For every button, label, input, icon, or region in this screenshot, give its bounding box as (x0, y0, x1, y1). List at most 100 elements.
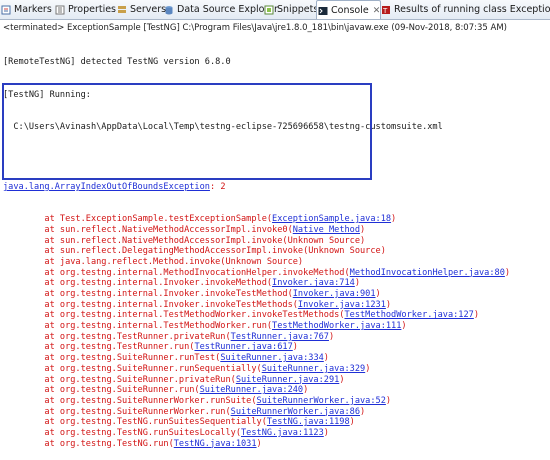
source-link[interactable]: TestMethodWorker.java:111 (272, 321, 401, 331)
view-tab-bar: Markers Properties Servers Data Source E… (0, 0, 550, 20)
exception-type-link[interactable]: java.lang.ArrayIndexOutOfBoundsException (3, 182, 210, 192)
source-link[interactable]: SuiteRunnerWorker.java:86 (231, 407, 360, 417)
stack-trace-line: at org.testng.internal.Invoker.invokeTes… (3, 300, 548, 311)
stack-frame-text: at sun.reflect.NativeMethodAccessorImpl.… (3, 224, 293, 235)
stack-frame-text: at org.testng.SuiteRunnerWorker.runSuite… (3, 395, 257, 406)
tab-markers[interactable]: Markers (0, 0, 52, 19)
servers-icon (117, 5, 127, 15)
source-link[interactable]: SuiteRunnerWorker.java:52 (257, 396, 386, 406)
stack-frame-text: at org.testng.SuiteRunner.run( (3, 385, 200, 396)
stack-trace-line: at org.testng.TestNG.runSuitesSequential… (3, 417, 548, 428)
console-line: C:\Users\Avinash\AppData\Local\Temp\test… (3, 121, 443, 132)
stack-frame-suffix: ) (303, 385, 309, 396)
stack-trace-line: at org.testng.internal.TestMethodWorker.… (3, 321, 548, 332)
stack-trace-line: at sun.reflect.DelegatingMethodAccessorI… (3, 246, 548, 257)
stack-frame-text: at org.testng.SuiteRunner.runTest( (3, 353, 221, 364)
tab-label: Snippets (277, 4, 319, 15)
stack-trace-line: at java.lang.reflect.Method.invoke(Unkno… (3, 257, 548, 268)
stack-frame-suffix: ) (323, 427, 329, 438)
stack-trace-line: at org.testng.SuiteRunner.runTest(SuiteR… (3, 353, 548, 364)
source-link[interactable]: TestNG.java:1198 (267, 417, 350, 427)
source-link[interactable]: Invoker.java:1231 (298, 300, 386, 310)
exception-message: : 2 (209, 182, 226, 193)
stack-frame-text: at org.testng.TestRunner.run( (3, 342, 195, 353)
source-link[interactable]: TestNG.java:1123 (241, 428, 324, 438)
stack-frame-suffix: ) (328, 331, 335, 342)
stack-frame-text: at org.testng.internal.Invoker.invokeTes… (3, 299, 298, 310)
exception-line: java.lang.ArrayIndexOutOfBoundsException… (3, 182, 548, 193)
tab-properties[interactable]: Properties (54, 0, 116, 19)
stack-trace-line: at sun.reflect.NativeMethodAccessorImpl.… (3, 236, 548, 247)
stack-frame-suffix: ) (256, 438, 262, 449)
stack-frame-suffix: ) (339, 374, 345, 385)
stack-frame-suffix: ) (385, 299, 392, 310)
console-output[interactable]: [RemoteTestNG] detected TestNG version 6… (3, 36, 548, 460)
stack-frame-text: at org.testng.internal.TestMethodWorker.… (3, 321, 273, 332)
svg-text:T: T (382, 7, 388, 15)
stack-frame-text: at Test.ExceptionSample.testExceptionSam… (3, 214, 273, 225)
tab-servers[interactable]: Servers (116, 0, 166, 19)
stack-frame-text: at org.testng.SuiteRunnerWorker.run( (3, 406, 231, 417)
stack-trace-line: at org.testng.SuiteRunner.run(SuiteRunne… (3, 385, 548, 396)
stack-frame-suffix: ) (385, 395, 392, 406)
stack-trace-line: at org.testng.TestNG.run(TestNG.java:103… (3, 439, 548, 450)
source-link[interactable]: SuiteRunner.java:334 (220, 353, 323, 363)
source-link[interactable]: Invoker.java:901 (293, 289, 376, 299)
source-link[interactable]: SuiteRunner.java:329 (262, 364, 365, 374)
tab-testng-results[interactable]: T Results of running class ExceptionSamp… (380, 0, 550, 19)
stack-trace-line: at org.testng.internal.MethodInvocationH… (3, 268, 548, 279)
stack-frame-suffix: ) (360, 224, 366, 235)
source-link[interactable]: SuiteRunner.java:240 (200, 385, 303, 395)
tab-label: Servers (130, 4, 167, 15)
stack-trace-line: at org.testng.SuiteRunner.privateRun(Sui… (3, 375, 548, 386)
stack-frame-text: at org.testng.TestRunner.privateRun( (3, 331, 231, 342)
console-line: [TestNG] Running: (3, 89, 91, 100)
testng-icon: T (381, 5, 391, 15)
markers-icon (1, 5, 11, 15)
source-link[interactable]: TestNG.java:1031 (174, 439, 257, 449)
tab-label: Console (331, 5, 369, 16)
stack-frame-text: at org.testng.internal.Invoker.invokeTes… (3, 289, 293, 299)
database-icon (164, 5, 174, 15)
stack-frame-text: at org.testng.internal.Invoker.invokeMet… (3, 278, 273, 289)
source-link[interactable]: Invoker.java:714 (272, 278, 355, 288)
process-status: <terminated> ExceptionSample [TestNG] C:… (3, 23, 507, 33)
properties-icon (55, 5, 65, 15)
stack-trace-line: at org.testng.TestNG.runSuitesLocally(Te… (3, 428, 548, 439)
source-link[interactable]: SuiteRunner.java:291 (236, 375, 339, 385)
tab-label: Results of running class ExceptionSample (394, 4, 550, 15)
stack-trace-line: at org.testng.internal.TestMethodWorker.… (3, 310, 548, 321)
stack-frame-suffix: ) (354, 278, 361, 289)
stack-frame-suffix: ) (504, 267, 511, 278)
source-link[interactable]: TestRunner.java:617 (194, 342, 292, 352)
stack-frame-text: at org.testng.SuiteRunner.runSequentiall… (3, 363, 262, 374)
stack-trace-line: at sun.reflect.NativeMethodAccessorImpl.… (3, 225, 548, 236)
source-link[interactable]: ExceptionSample.java:18 (272, 214, 391, 224)
tab-snippets[interactable]: Snippets (263, 0, 318, 19)
stack-frame-text: at org.testng.internal.TestMethodWorker.… (3, 310, 345, 321)
stack-frame-text: at org.testng.TestNG.run( (3, 438, 174, 449)
tab-label: Markers (14, 4, 52, 15)
stack-frame-suffix: ) (292, 342, 298, 353)
stack-trace-line: at org.testng.TestRunner.run(TestRunner.… (3, 342, 548, 353)
stack-frame-suffix: ) (360, 406, 366, 417)
stack-frame-text: at sun.reflect.NativeMethodAccessorImpl.… (3, 235, 366, 246)
source-link[interactable]: MethodInvocationHelper.java:80 (350, 268, 505, 278)
source-link[interactable]: TestRunner.java:767 (231, 332, 329, 342)
stack-frame-text: at sun.reflect.DelegatingMethodAccessorI… (3, 246, 386, 257)
stack-frame-suffix: ) (473, 310, 480, 321)
source-link[interactable]: Native Method (293, 225, 360, 235)
stack-trace-line: at Test.ExceptionSample.testExceptionSam… (3, 214, 548, 225)
tab-console[interactable]: Console ✕ (316, 0, 382, 19)
stack-frame-suffix: ) (349, 417, 355, 428)
tab-label: Properties (68, 4, 117, 15)
stack-trace-line: at org.testng.internal.Invoker.invokeMet… (3, 278, 548, 289)
source-link[interactable]: TestMethodWorker.java:127 (344, 310, 473, 320)
stack-frame-text: at org.testng.TestNG.runSuitesSequential… (3, 417, 267, 428)
stack-frame-text: at org.testng.SuiteRunner.privateRun( (3, 374, 236, 385)
stack-frame-suffix: ) (401, 321, 407, 332)
stack-frame-suffix: ) (375, 289, 381, 299)
stack-trace-line: at org.testng.SuiteRunner.runSequentiall… (3, 364, 548, 375)
tab-data-source-explorer[interactable]: Data Source Explorer (163, 0, 278, 19)
stack-frame-suffix: ) (391, 214, 397, 225)
